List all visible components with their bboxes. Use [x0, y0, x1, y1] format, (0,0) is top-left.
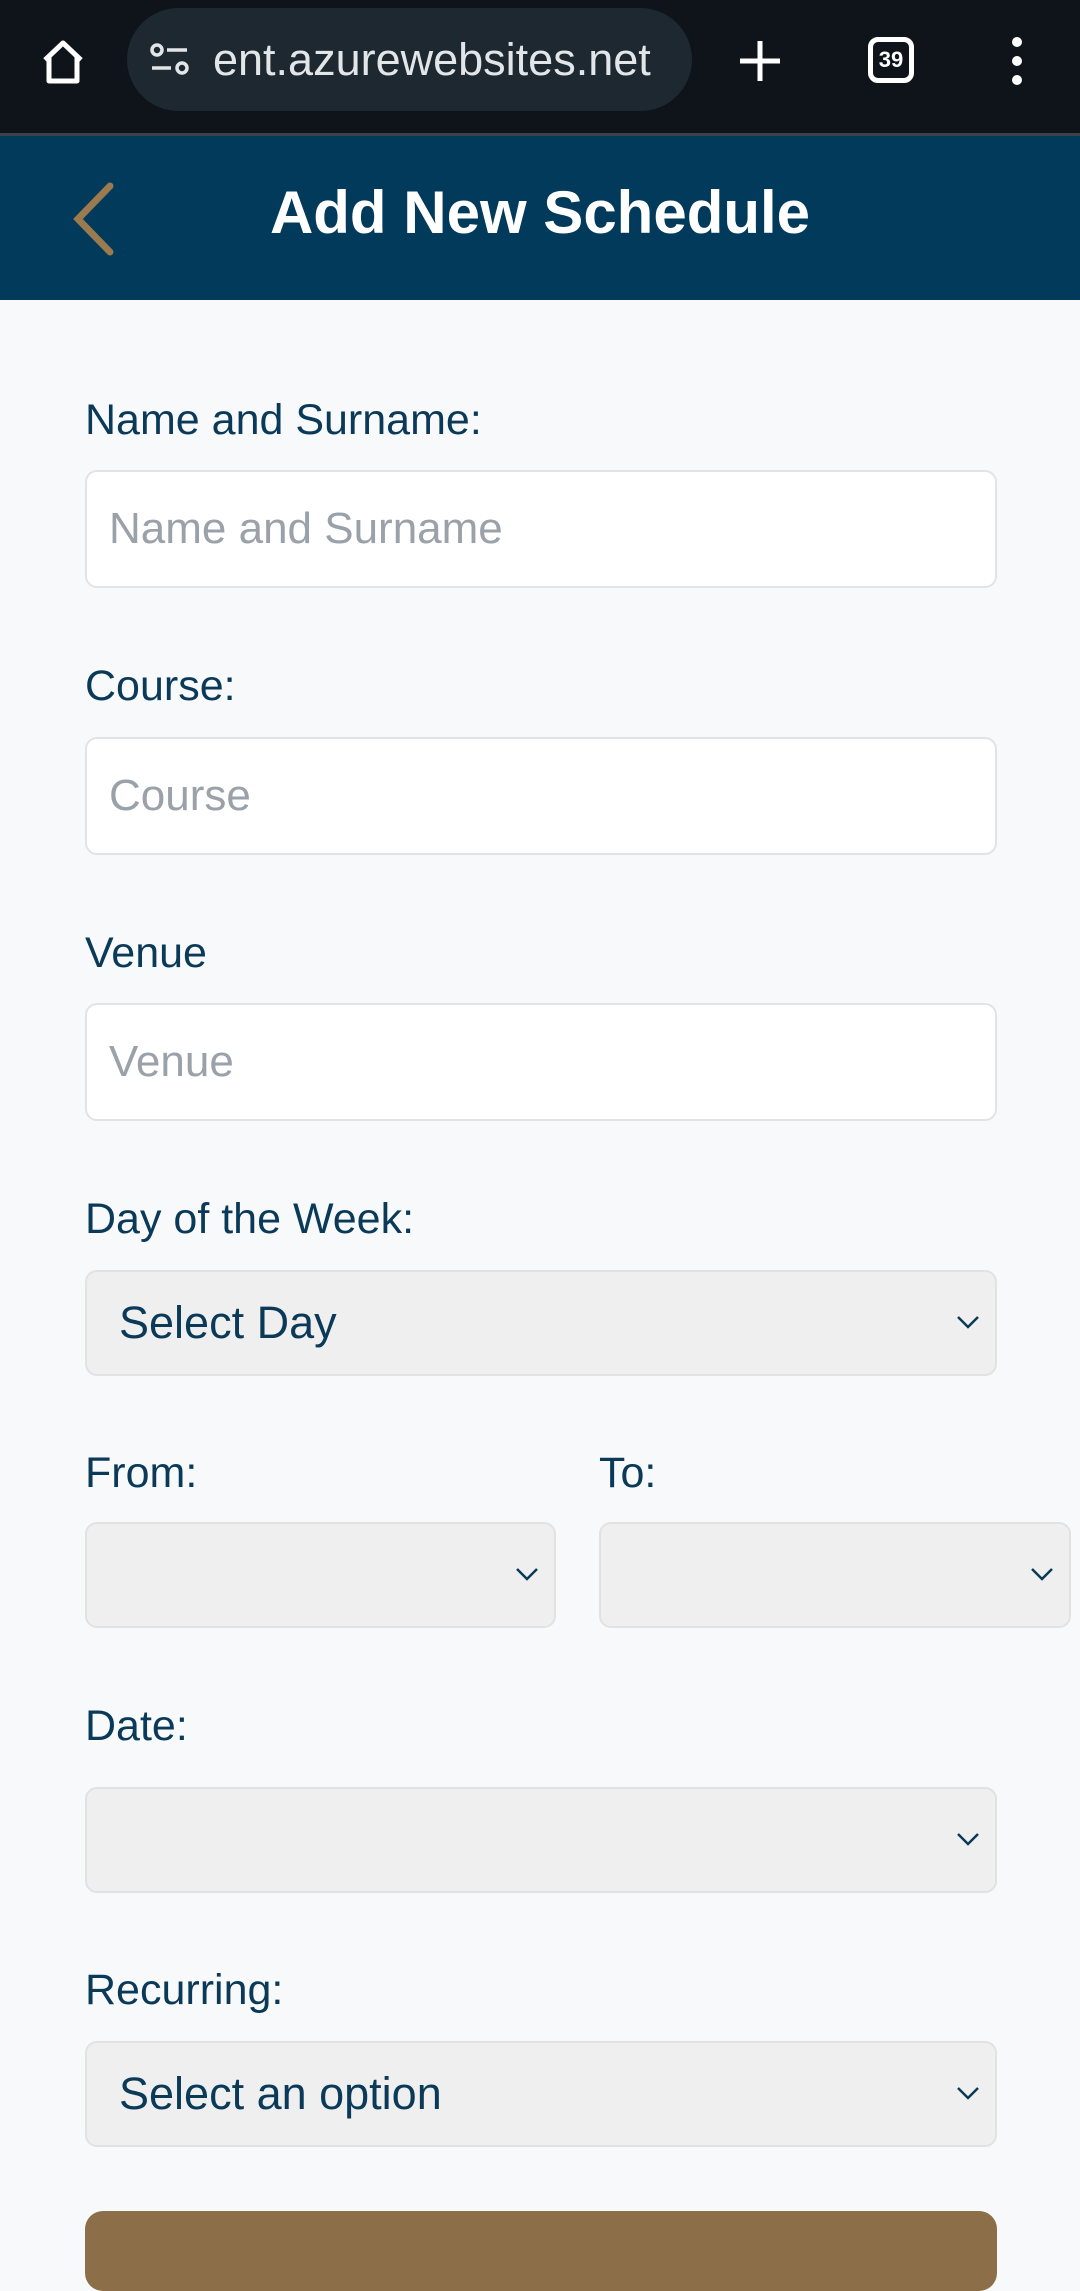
- recurring-select-value: Select an option: [119, 2068, 442, 2119]
- tab-switcher-button[interactable]: 39: [868, 37, 914, 83]
- recurring-label: Recurring:: [85, 1966, 284, 2014]
- venue-input[interactable]: [85, 1003, 997, 1121]
- submit-button[interactable]: [85, 2211, 997, 2291]
- venue-label: Venue: [85, 929, 207, 977]
- name-label: Name and Surname:: [85, 396, 482, 444]
- chevron-down-icon: [516, 1568, 538, 1581]
- site-settings-icon[interactable]: [149, 42, 191, 78]
- day-label: Day of the Week:: [85, 1195, 415, 1243]
- page-title: Add New Schedule: [269, 179, 811, 246]
- home-icon[interactable]: [40, 38, 86, 86]
- course-label: Course:: [85, 662, 236, 710]
- date-label: Date:: [85, 1702, 188, 1750]
- day-select[interactable]: Select Day: [85, 1270, 997, 1376]
- to-label: To:: [599, 1449, 657, 1497]
- from-label: From:: [85, 1449, 198, 1497]
- chevron-down-icon: [1031, 1568, 1053, 1581]
- name-input[interactable]: [85, 470, 997, 588]
- browser-toolbar: ent.azurewebsites.net 39: [0, 0, 1080, 133]
- url-text: ent.azurewebsites.net: [213, 33, 651, 85]
- address-bar[interactable]: ent.azurewebsites.net: [127, 8, 692, 111]
- recurring-select[interactable]: Select an option: [85, 2041, 997, 2147]
- new-tab-icon[interactable]: [738, 39, 782, 83]
- course-input[interactable]: [85, 737, 997, 855]
- chevron-down-icon: [957, 1833, 979, 1846]
- chevron-down-icon: [957, 1316, 979, 1329]
- date-select[interactable]: [85, 1787, 997, 1893]
- to-select[interactable]: [599, 1522, 1071, 1628]
- page-header: Add New Schedule: [0, 136, 1080, 300]
- menu-icon[interactable]: [1006, 36, 1028, 86]
- day-select-value: Select Day: [119, 1297, 337, 1348]
- from-select[interactable]: [85, 1522, 556, 1628]
- chevron-down-icon: [957, 2087, 979, 2100]
